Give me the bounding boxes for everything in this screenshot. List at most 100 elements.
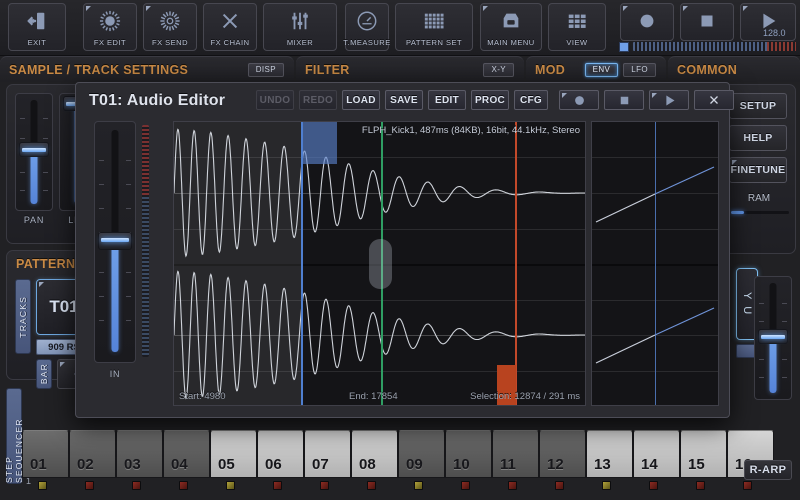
right-master-fader[interactable] bbox=[754, 276, 792, 400]
dialog-edit-button[interactable]: EDIT bbox=[428, 90, 466, 110]
pan-fader[interactable] bbox=[15, 93, 53, 211]
dialog-load-button[interactable]: LOAD bbox=[342, 90, 380, 110]
toolbar-button-fx-chain[interactable]: FX CHAIN bbox=[203, 3, 257, 51]
waveform-right-channel bbox=[174, 270, 585, 400]
finetune-button[interactable]: FINETUNE bbox=[729, 157, 787, 183]
step-button-05[interactable]: 05 bbox=[210, 430, 257, 478]
step-velocity-led-13[interactable] bbox=[602, 481, 611, 490]
step-number: 13 bbox=[594, 456, 611, 473]
selection-end-marker[interactable] bbox=[515, 122, 517, 405]
dialog-save-button[interactable]: SAVE bbox=[385, 90, 423, 110]
input-fader-panel: IN bbox=[94, 121, 149, 389]
in-fader[interactable] bbox=[94, 121, 136, 363]
step-number: 12 bbox=[547, 456, 564, 473]
toolbar-button-fx-edit[interactable]: FX EDIT bbox=[83, 3, 137, 51]
step-velocity-led-01[interactable] bbox=[38, 481, 47, 490]
stop-square-icon bbox=[701, 15, 713, 26]
step-button-08[interactable]: 08 bbox=[351, 430, 398, 478]
step-velocity-led-14[interactable] bbox=[649, 481, 658, 490]
tracks-tab[interactable]: TRACKS bbox=[15, 279, 31, 354]
step-velocity-led-02[interactable] bbox=[85, 481, 94, 490]
tag-lfo[interactable]: LFO bbox=[623, 62, 656, 77]
dialog-proc-button[interactable]: PROC bbox=[471, 90, 509, 110]
tag-disp[interactable]: DISP bbox=[247, 62, 284, 77]
cursor-grab-handle[interactable] bbox=[369, 239, 392, 289]
dialog-button-label: PROC bbox=[474, 94, 506, 106]
overview-zoom-lines bbox=[595, 166, 715, 364]
step-velocity-led-16[interactable] bbox=[743, 481, 752, 490]
dialog-record-circle[interactable] bbox=[559, 90, 599, 110]
dialog-stop-square[interactable] bbox=[604, 90, 644, 110]
toolbar-button-fx-send[interactable]: FX SEND bbox=[143, 3, 197, 51]
toolbar-button-label: MIXER bbox=[286, 38, 314, 47]
toolbar-button-exit[interactable]: EXIT bbox=[8, 3, 66, 51]
toolbar-button-pattern-set[interactable]: PATTERN SET bbox=[395, 3, 473, 51]
step-number: 14 bbox=[641, 456, 658, 473]
bar-tab[interactable]: BAR bbox=[36, 359, 52, 389]
dialog-cfg-button[interactable]: CFG bbox=[514, 90, 548, 110]
step-button-11[interactable]: 11 bbox=[492, 430, 539, 478]
step-velocity-led-08[interactable] bbox=[367, 481, 376, 490]
toolbar-button-main-menu[interactable]: MAIN MENU bbox=[480, 3, 542, 51]
step-button-06[interactable]: 06 bbox=[257, 430, 304, 478]
step-velocity-led-04[interactable] bbox=[179, 481, 188, 490]
help-button[interactable]: HELP bbox=[729, 125, 787, 151]
step-button-14[interactable]: 14 bbox=[633, 430, 680, 478]
selection-start-handle[interactable] bbox=[301, 122, 337, 164]
app-root: EXIT FX EDIT FX SEND FX CHAIN MIXER T.MEASURE… bbox=[0, 0, 800, 500]
meter-indicator bbox=[619, 42, 629, 52]
waveform-display[interactable]: FLPH_Kick1, 487ms (84KB), 16bit, 44.1kHz… bbox=[173, 121, 586, 406]
step-button-13[interactable]: 13 bbox=[586, 430, 633, 478]
r-arp-button[interactable]: R-ARP bbox=[744, 460, 792, 480]
ram-label: RAM bbox=[747, 193, 771, 204]
step-button-10[interactable]: 10 bbox=[445, 430, 492, 478]
toolbar-button-label: PATTERN SET bbox=[405, 38, 463, 47]
step-button-01[interactable]: 01 bbox=[22, 430, 69, 478]
step-number: 08 bbox=[359, 456, 376, 473]
dialog-close-x[interactable] bbox=[694, 90, 734, 110]
step-velocity-led-12[interactable] bbox=[555, 481, 564, 490]
step-velocity-led-06[interactable] bbox=[273, 481, 282, 490]
step-velocity-led-05[interactable] bbox=[226, 481, 235, 490]
toolbar-button-t-measure[interactable]: T.MEASURE bbox=[343, 3, 390, 51]
input-level-meter bbox=[142, 125, 149, 357]
start-status: Start: 4980 bbox=[179, 391, 226, 402]
step-velocity-led-15[interactable] bbox=[696, 481, 705, 490]
step-button-07[interactable]: 07 bbox=[304, 430, 351, 478]
burst-knob-icon bbox=[99, 10, 121, 32]
step-button-02[interactable]: 02 bbox=[69, 430, 116, 478]
setup-button[interactable]: SETUP bbox=[729, 93, 787, 119]
tag-x-y[interactable]: X-Y bbox=[483, 62, 514, 77]
sample-info-text: FLPH_Kick1, 487ms (84KB), 16bit, 44.1kHz… bbox=[361, 125, 580, 136]
step-button-09[interactable]: 09 bbox=[398, 430, 445, 478]
end-status: End: 17854 bbox=[349, 391, 398, 402]
exit-door-icon bbox=[27, 12, 45, 30]
transport-record-circle[interactable] bbox=[620, 3, 674, 41]
step-sequencer-tab[interactable]: STEP SEQUENCER bbox=[4, 388, 24, 484]
toolbar-button-view[interactable]: VIEW bbox=[548, 3, 606, 51]
step-velocity-led-03[interactable] bbox=[132, 481, 141, 490]
tempo-display[interactable]: 128.0 bbox=[763, 28, 786, 38]
dialog-play-triangle[interactable] bbox=[649, 90, 689, 110]
audio-editor-dialog: T01: Audio Editor UNDO REDO LOAD SAVE EDIT PR… bbox=[75, 82, 734, 418]
help-label: HELP bbox=[743, 132, 773, 144]
waveform-left-channel bbox=[174, 128, 585, 258]
step-number: 03 bbox=[124, 456, 141, 473]
step-number: 15 bbox=[688, 456, 705, 473]
step-button-15[interactable]: 15 bbox=[680, 430, 727, 478]
tag-env[interactable]: ENV bbox=[584, 62, 619, 77]
step-button-03[interactable]: 03 bbox=[116, 430, 163, 478]
step-button-12[interactable]: 12 bbox=[539, 430, 586, 478]
selection-start-marker[interactable] bbox=[301, 122, 303, 405]
toolbar-button-mixer[interactable]: MIXER bbox=[263, 3, 337, 51]
pan-fader-label: PAN bbox=[23, 215, 45, 225]
step-velocity-led-07[interactable] bbox=[320, 481, 329, 490]
step-velocity-led-11[interactable] bbox=[508, 481, 517, 490]
waveform-overview[interactable] bbox=[591, 121, 719, 406]
step-velocity-led-10[interactable] bbox=[461, 481, 470, 490]
step-velocity-led-09[interactable] bbox=[414, 481, 423, 490]
in-fader-label: IN bbox=[109, 369, 121, 379]
step-button-04[interactable]: 04 bbox=[163, 430, 210, 478]
burst-knob-small-icon bbox=[159, 4, 181, 38]
transport-stop-square[interactable] bbox=[680, 3, 734, 41]
